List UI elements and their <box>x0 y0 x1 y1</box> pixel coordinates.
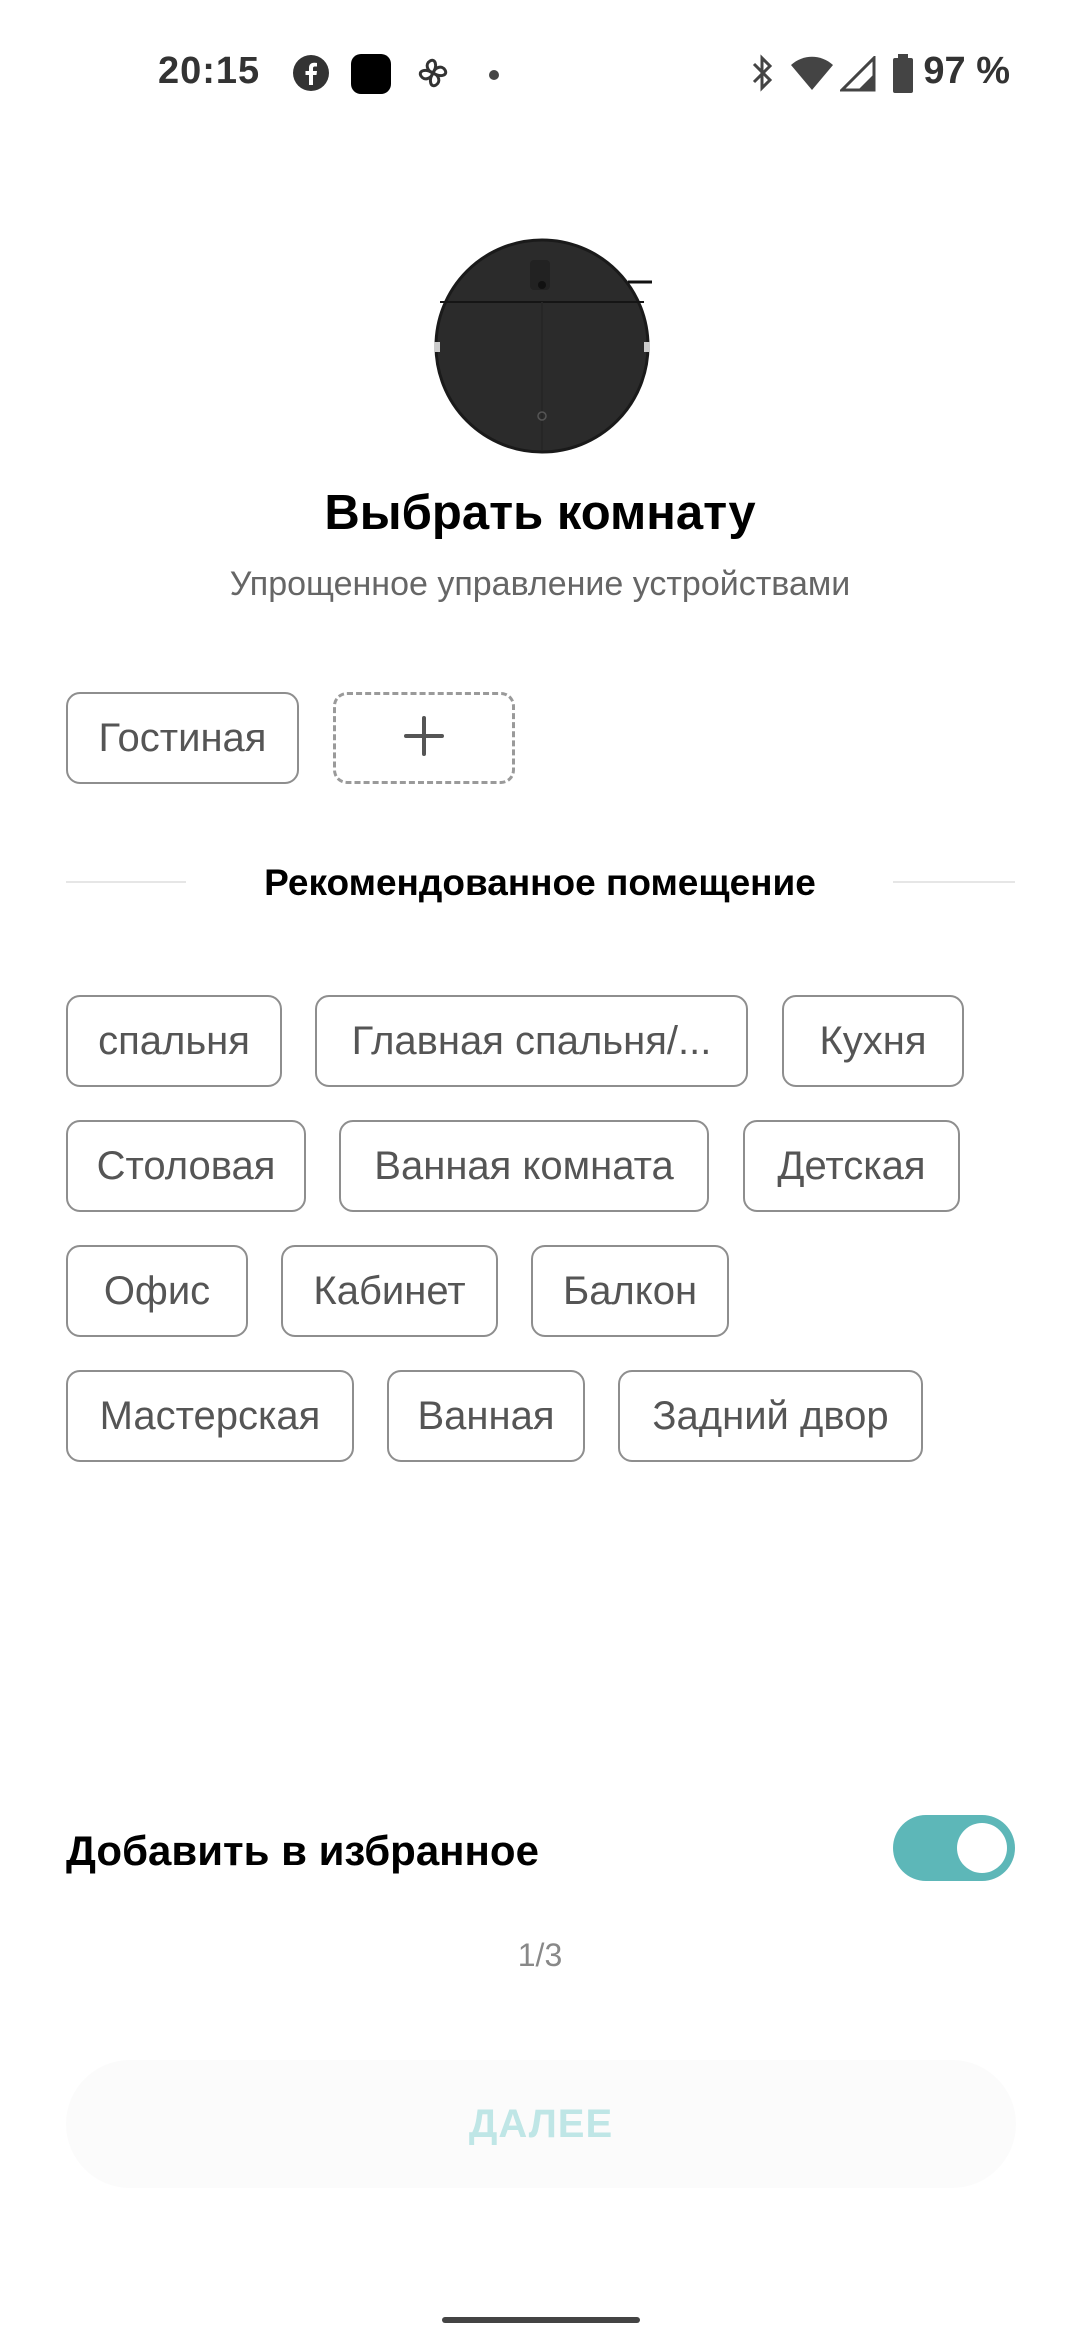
recommended-chip-label: Задний двор <box>652 1393 889 1438</box>
recommended-chip-label: Кухня <box>819 1018 927 1063</box>
recommended-chip[interactable]: Ванная комната <box>339 1120 709 1212</box>
favorite-label: Добавить в избранное <box>66 1827 539 1874</box>
recommended-chip-label: Кабинет <box>313 1268 466 1313</box>
recommended-chip-label: Главная спальня/... <box>351 1018 712 1063</box>
toggle-knob <box>957 1823 1007 1873</box>
next-button[interactable]: ДАЛЕЕ <box>66 2060 1016 2188</box>
status-bar: 20:15 97 % <box>0 0 1080 150</box>
pinwheel-icon <box>414 54 452 97</box>
robot-vacuum-image <box>430 230 655 455</box>
add-room-button[interactable] <box>333 692 515 784</box>
recommended-chip[interactable]: Мастерская <box>66 1370 354 1462</box>
page-title: Выбрать комнату <box>324 486 756 540</box>
status-time: 20:15 <box>158 50 261 92</box>
recommended-chip[interactable]: Столовая <box>66 1120 306 1212</box>
next-button-label: ДАЛЕЕ <box>468 2101 614 2146</box>
home-indicator[interactable] <box>442 2317 640 2323</box>
plus-icon <box>403 715 445 762</box>
dot-icon <box>488 68 500 86</box>
recommended-chip[interactable]: Ванная <box>387 1370 585 1462</box>
recommended-chip-label: Мастерская <box>99 1393 321 1438</box>
room-chip-living-room[interactable]: Гостиная <box>66 692 299 784</box>
page-indicator: 1/3 <box>517 1937 563 1973</box>
recommended-chip[interactable]: Детская <box>743 1120 960 1212</box>
room-chip-label: Гостиная <box>98 715 267 760</box>
recommended-chip[interactable]: Кабинет <box>281 1245 498 1337</box>
battery-icon <box>892 54 914 99</box>
recommended-chip[interactable]: Кухня <box>782 995 964 1087</box>
signal-icon <box>838 54 876 97</box>
recommended-chip[interactable]: Главная спальня/... <box>315 995 748 1087</box>
recommended-chip-label: спальня <box>98 1018 250 1063</box>
bluetooth-icon <box>748 54 776 97</box>
recommended-chip-label: Столовая <box>96 1143 276 1188</box>
recommended-chip[interactable]: Балкон <box>531 1245 729 1337</box>
recommended-chip[interactable]: Офис <box>66 1245 248 1337</box>
app-square-icon <box>351 54 391 99</box>
battery-percent: 97 % <box>923 50 1010 92</box>
recommended-chip[interactable]: спальня <box>66 995 282 1087</box>
recommended-chip[interactable]: Задний двор <box>618 1370 923 1462</box>
recommended-chip-label: Ванная <box>417 1393 555 1438</box>
recommended-chip-label: Офис <box>103 1268 211 1313</box>
wifi-icon <box>790 56 834 97</box>
favorite-toggle[interactable] <box>893 1815 1015 1881</box>
recommended-chip-label: Детская <box>777 1143 926 1188</box>
recommended-title: Рекомендованное помещение <box>264 862 816 903</box>
recommended-chip-label: Балкон <box>562 1268 698 1313</box>
facebook-icon <box>292 54 330 97</box>
page-subtitle: Упрощенное управление устройствами <box>229 565 851 603</box>
recommended-chip-label: Ванная комната <box>374 1143 674 1188</box>
